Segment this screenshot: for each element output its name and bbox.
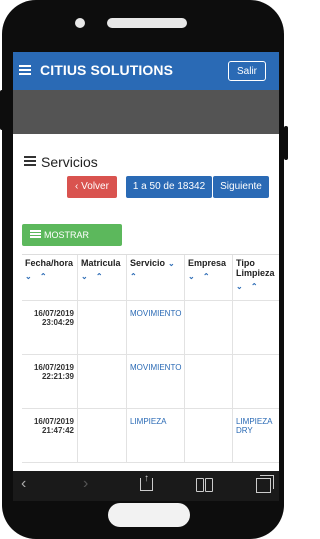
sort-icon[interactable]: ⌄ ⌃ bbox=[188, 272, 229, 281]
cell-empresa bbox=[185, 301, 233, 354]
column-header-empresa[interactable]: Empresa ⌄ ⌃ bbox=[185, 255, 233, 300]
cell-fecha: 16/07/2019 23:04:29 bbox=[22, 301, 78, 354]
column-header-fecha[interactable]: Fecha/hora ⌄ ⌃ bbox=[22, 255, 78, 300]
tabs-icon[interactable] bbox=[256, 475, 274, 493]
header-band bbox=[13, 90, 279, 134]
column-header-matricula-label: Matricula bbox=[81, 258, 121, 268]
table-row[interactable]: 16/07/2019 21:47:42 LIMPIEZA LIMPIEZA DR… bbox=[22, 409, 279, 463]
next-page-button[interactable]: Siguiente bbox=[213, 176, 269, 198]
browser-back-icon[interactable]: ‹ bbox=[21, 475, 26, 493]
cell-matricula bbox=[78, 301, 127, 354]
pagination-range-button[interactable]: 1 a 50 de 18342 bbox=[126, 176, 212, 198]
cell-servicio[interactable]: LIMPIEZA bbox=[127, 409, 185, 462]
cell-empresa bbox=[185, 355, 233, 408]
column-header-servicio-label: Servicio bbox=[130, 258, 166, 268]
column-header-fecha-label: Fecha/hora bbox=[25, 258, 74, 268]
app-screen: CITIUS SOLUTIONS Salir Servicios ‹ Volve… bbox=[13, 52, 279, 471]
phone-side-button-right bbox=[284, 126, 288, 160]
browser-forward-icon[interactable]: › bbox=[83, 475, 88, 493]
app-header: CITIUS SOLUTIONS Salir bbox=[13, 52, 279, 90]
show-filters-button[interactable]: MOSTRAR FILTROS bbox=[22, 224, 122, 262]
list-icon bbox=[24, 156, 36, 166]
table-row[interactable]: 16/07/2019 23:04:29 MOVIMIENTO bbox=[22, 301, 279, 355]
cell-tipo[interactable]: LIMPIEZA DRY bbox=[233, 409, 279, 462]
sort-icon[interactable]: ⌄ bbox=[168, 259, 175, 268]
phone-speaker bbox=[107, 18, 187, 28]
cell-tipo[interactable] bbox=[233, 355, 279, 408]
cell-empresa bbox=[185, 409, 233, 462]
cell-tipo[interactable] bbox=[233, 301, 279, 354]
sort-icon[interactable]: ⌄ ⌃ bbox=[25, 272, 74, 281]
cell-time: 22:21:39 bbox=[41, 372, 74, 381]
table-header-row: Fecha/hora ⌄ ⌃ Matricula ⌄ ⌃ Servicio ⌄ ⌃… bbox=[22, 255, 279, 301]
menu-icon[interactable] bbox=[19, 65, 31, 75]
cell-fecha: 16/07/2019 21:47:42 bbox=[22, 409, 78, 462]
sort-up-icon[interactable]: ⌃ bbox=[130, 272, 181, 281]
column-header-servicio[interactable]: Servicio ⌄ ⌃ bbox=[127, 255, 185, 300]
app-title: CITIUS SOLUTIONS bbox=[40, 62, 174, 78]
sort-icon[interactable]: ⌄ ⌃ bbox=[81, 272, 123, 281]
cell-matricula bbox=[78, 355, 127, 408]
cell-servicio[interactable]: MOVIMIENTO bbox=[127, 301, 185, 354]
cell-time: 23:04:29 bbox=[41, 318, 74, 327]
filter-icon bbox=[30, 230, 41, 239]
column-header-tipo-label: Tipo Limpieza bbox=[236, 258, 275, 278]
column-header-matricula[interactable]: Matricula ⌄ ⌃ bbox=[78, 255, 127, 300]
back-button[interactable]: ‹ Volver bbox=[67, 176, 117, 198]
column-header-tipo-limpieza[interactable]: Tipo Limpieza ⌄ ⌃ bbox=[233, 255, 279, 300]
cell-matricula bbox=[78, 409, 127, 462]
column-header-empresa-label: Empresa bbox=[188, 258, 227, 268]
browser-toolbar: ‹ › ↑ bbox=[13, 471, 279, 501]
cell-date: 16/07/2019 bbox=[33, 309, 74, 318]
main-content: Servicios ‹ Volver 1 a 50 de 18342 Sigui… bbox=[13, 134, 279, 471]
bookmarks-icon[interactable] bbox=[196, 478, 214, 492]
sort-icon[interactable]: ⌄ ⌃ bbox=[236, 282, 276, 291]
logout-button[interactable]: Salir bbox=[228, 61, 266, 81]
front-camera bbox=[75, 18, 85, 28]
cell-date: 16/07/2019 bbox=[33, 417, 74, 426]
cell-time: 21:47:42 bbox=[41, 426, 74, 435]
services-table: Fecha/hora ⌄ ⌃ Matricula ⌄ ⌃ Servicio ⌄ ⌃… bbox=[22, 254, 279, 463]
cell-date: 16/07/2019 bbox=[33, 363, 74, 372]
cell-servicio[interactable]: MOVIMIENTO bbox=[127, 355, 185, 408]
table-row[interactable]: 16/07/2019 22:21:39 MOVIMIENTO bbox=[22, 355, 279, 409]
home-button[interactable] bbox=[108, 503, 190, 527]
page-title: Servicios bbox=[41, 154, 98, 170]
cell-fecha: 16/07/2019 22:21:39 bbox=[22, 355, 78, 408]
